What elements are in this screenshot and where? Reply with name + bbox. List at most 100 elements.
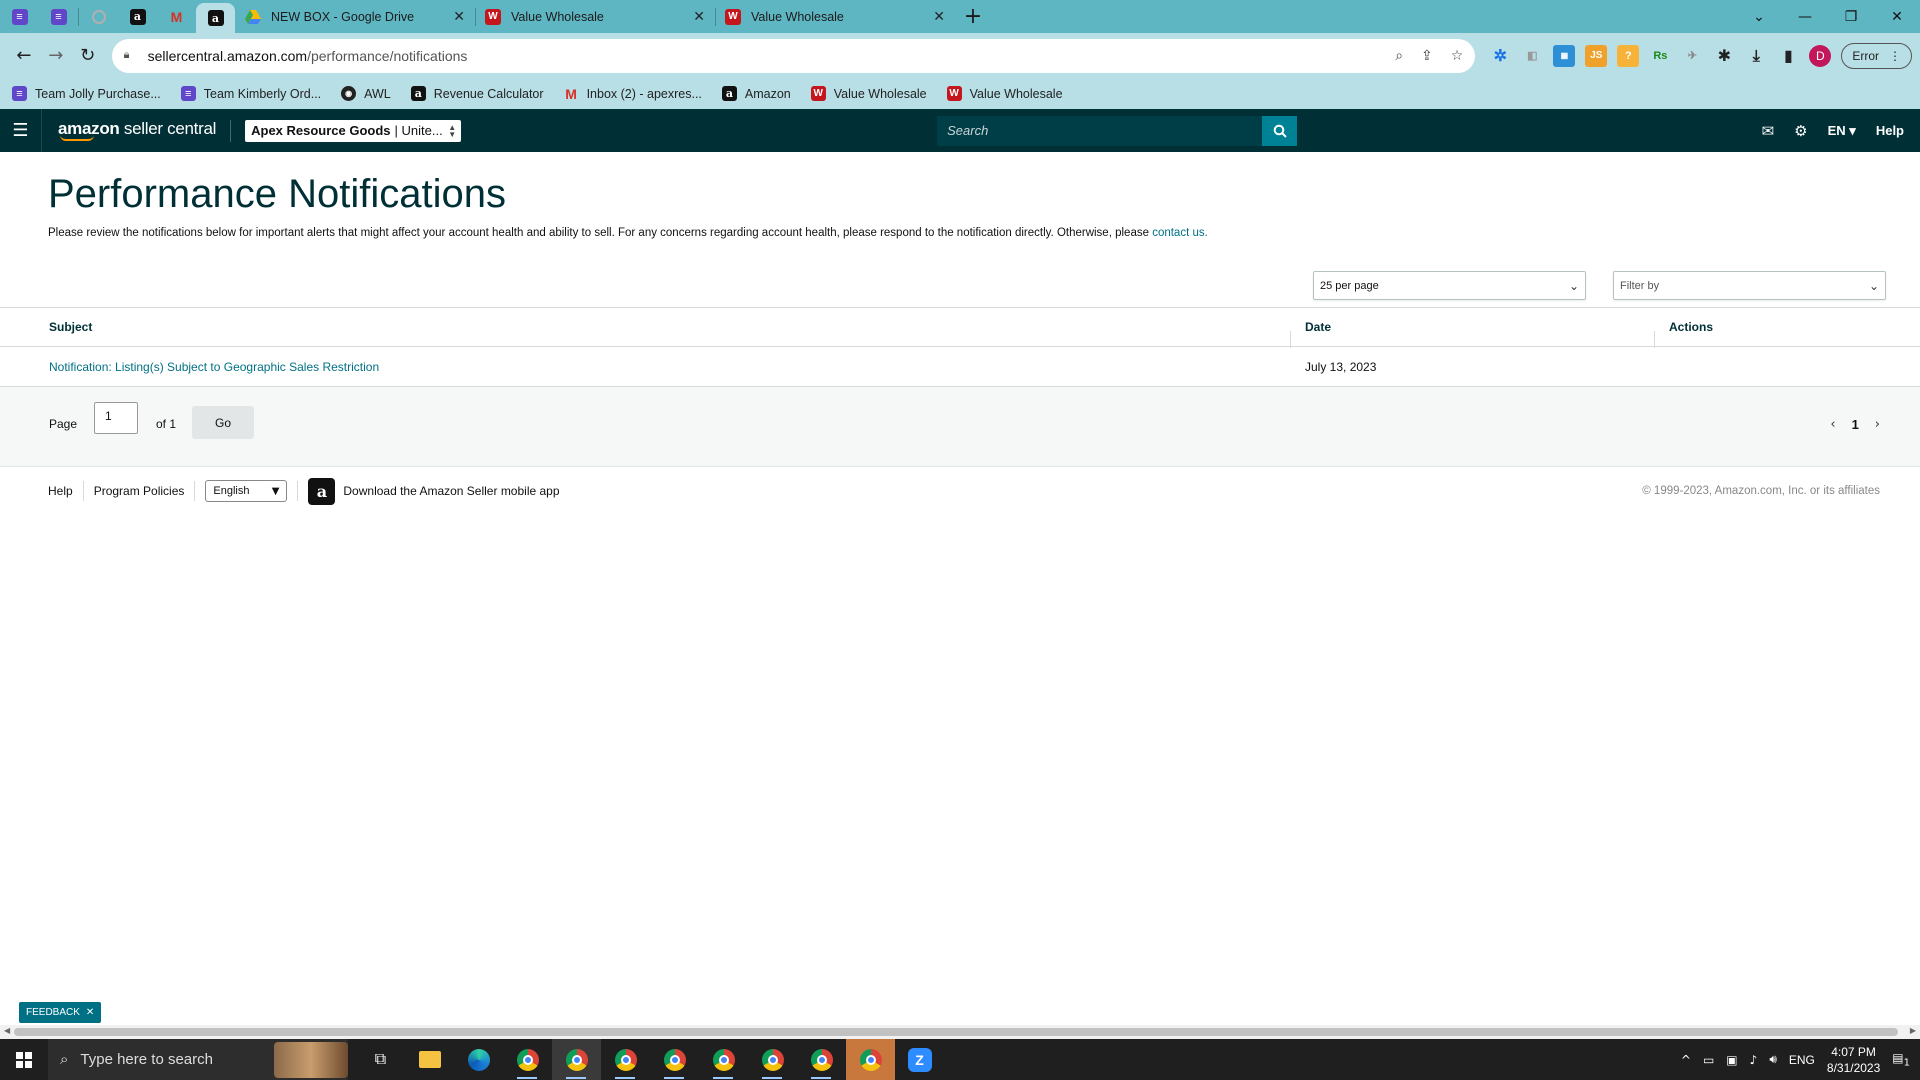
bookmark-item[interactable]: ≡ Team Kimberly Ord...	[180, 86, 321, 101]
store-selector[interactable]: Apex Resource Goods | Unite... ▲ ▼	[245, 119, 462, 142]
lock-icon[interactable]: 🔒︎	[124, 49, 138, 62]
seller-central-logo[interactable]: amazon seller central	[58, 120, 216, 141]
feedback-button[interactable]: FEEDBACK ✕	[19, 1002, 102, 1023]
settings-gear-icon[interactable]: ⚙	[1794, 122, 1807, 140]
scroll-left-icon[interactable]: ◀	[4, 1026, 10, 1035]
close-window-icon[interactable]: ✕	[1874, 9, 1920, 25]
tray-overflow-icon[interactable]: ^	[1681, 1053, 1691, 1067]
bookmark-item[interactable]: ◉ AWL	[341, 86, 391, 101]
camera-icon[interactable]: ▣	[1726, 1053, 1737, 1067]
app-download-link[interactable]: Download the Amazon Seller mobile app	[343, 484, 559, 498]
go-button[interactable]: Go	[192, 406, 254, 439]
pinned-tab-loading[interactable]	[79, 0, 118, 33]
amazon-app-icon[interactable]: a	[308, 477, 336, 505]
tab-value-wholesale-2[interactable]: W Value Wholesale ✕	[715, 0, 955, 33]
download-icon[interactable]: ⤓	[1745, 45, 1767, 67]
chrome-taskbar-icon[interactable]	[699, 1039, 748, 1080]
file-explorer-icon[interactable]	[405, 1039, 454, 1080]
chrome-taskbar-icon[interactable]	[650, 1039, 699, 1080]
notification-subject-link[interactable]: Notification: Listing(s) Subject to Geog…	[49, 360, 379, 374]
chrome-taskbar-icon[interactable]	[846, 1039, 895, 1080]
hamburger-menu-icon[interactable]: ☰	[0, 109, 42, 152]
extension-icon[interactable]: ✲	[1489, 45, 1511, 67]
start-button[interactable]	[0, 1039, 48, 1080]
tab-search-icon[interactable]: ⌄	[1736, 9, 1782, 25]
close-tab-icon[interactable]: ✕	[693, 8, 705, 25]
url-host: sellercentral.amazon.com	[147, 47, 308, 64]
share-icon[interactable]: ⇪	[1421, 48, 1433, 64]
bookmark-item[interactable]: ≡ Team Jolly Purchase...	[12, 86, 161, 101]
amazon-icon: a	[129, 8, 146, 25]
horizontal-scrollbar[interactable]: ◀ ▶	[0, 1025, 1920, 1039]
amazon-icon: a	[410, 86, 426, 101]
contact-us-link[interactable]: contact us.	[1152, 227, 1208, 239]
footer-language-select[interactable]: English ▼	[205, 480, 288, 502]
extension-icon[interactable]: ✈	[1681, 45, 1703, 67]
zoom-icon[interactable]: Z	[895, 1039, 944, 1080]
zoom-icon[interactable]: ⌕	[1395, 48, 1403, 64]
pinned-tab-sheets-1[interactable]: ≡	[0, 0, 39, 33]
chrome-taskbar-icon[interactable]	[552, 1039, 601, 1080]
chevron-left-icon[interactable]: ‹	[1830, 417, 1835, 432]
per-page-select[interactable]: 25 per page ⌄	[1313, 271, 1586, 300]
chrome-taskbar-icon[interactable]	[503, 1039, 552, 1080]
bookmark-item[interactable]: W Value Wholesale	[946, 86, 1063, 101]
puzzle-icon[interactable]: ✱	[1713, 45, 1735, 67]
pinned-tab-amazon[interactable]: a	[118, 0, 157, 33]
taskbar-search[interactable]: ⌕ Type here to search	[48, 1039, 348, 1080]
tab-value-wholesale-1[interactable]: W Value Wholesale ✕	[475, 0, 715, 33]
tab-google-drive[interactable]: NEW BOX - Google Drive ✕	[235, 0, 475, 33]
extension-icon[interactable]: ◧	[1521, 45, 1543, 67]
forward-button[interactable]: →	[40, 40, 72, 72]
js-extension-icon[interactable]: JS	[1585, 44, 1608, 67]
pinned-tab-sheets-2[interactable]: ≡	[39, 0, 78, 33]
filter-select[interactable]: Filter by ⌄	[1613, 271, 1886, 300]
error-button[interactable]: Error ⋮	[1841, 42, 1913, 69]
network-icon[interactable]: ▭	[1703, 1053, 1714, 1067]
notification-center-icon[interactable]: ▤1	[1892, 1051, 1910, 1068]
edge-icon[interactable]	[454, 1039, 503, 1080]
volume-icon[interactable]: 🔊︎	[1769, 1052, 1777, 1067]
restore-icon[interactable]: ❐	[1828, 9, 1874, 25]
rs-extension-icon[interactable]: Rs	[1649, 45, 1671, 67]
close-icon[interactable]: ✕	[86, 1007, 94, 1018]
task-view-icon[interactable]: ⧉	[356, 1039, 405, 1080]
back-button[interactable]: ←	[8, 40, 40, 72]
bookmark-star-icon[interactable]: ☆	[1451, 48, 1464, 64]
page-number-link[interactable]: 1	[1852, 417, 1859, 432]
help-link[interactable]: Help	[1876, 123, 1904, 138]
search-input[interactable]: Search	[937, 123, 1262, 138]
address-bar[interactable]: 🔒︎ sellercentral.amazon.com/performance/…	[111, 38, 1476, 73]
minimize-icon[interactable]: —	[1782, 9, 1828, 25]
profile-avatar[interactable]: D	[1809, 44, 1832, 67]
mail-icon[interactable]: ✉	[1762, 122, 1775, 140]
program-policies-link[interactable]: Program Policies	[94, 484, 185, 498]
close-tab-icon[interactable]: ✕	[453, 8, 465, 25]
chrome-taskbar-icon[interactable]	[601, 1039, 650, 1080]
close-tab-icon[interactable]: ✕	[933, 8, 945, 25]
chrome-taskbar-icon[interactable]	[797, 1039, 846, 1080]
pinned-tab-amazon-active[interactable]: a	[196, 3, 235, 33]
footer-help-link[interactable]: Help	[48, 484, 73, 498]
extension-icon[interactable]: ▦	[1553, 44, 1576, 67]
scrollbar-thumb[interactable]	[14, 1028, 1898, 1036]
chrome-taskbar-icon[interactable]	[748, 1039, 797, 1080]
pinned-tab-gmail[interactable]: M	[157, 0, 196, 33]
page-number-input[interactable]: 1	[94, 402, 138, 434]
side-panel-icon[interactable]: ▮	[1777, 45, 1799, 67]
search-button[interactable]	[1262, 115, 1298, 146]
input-language[interactable]: ENG	[1789, 1053, 1815, 1067]
reload-button[interactable]: ↻	[72, 40, 104, 72]
language-selector[interactable]: EN ▾	[1828, 123, 1856, 139]
chevron-right-icon[interactable]: ›	[1875, 417, 1880, 432]
bookmark-item[interactable]: a Amazon	[721, 86, 791, 101]
bookmark-item[interactable]: a Revenue Calculator	[410, 86, 544, 101]
microphone-icon[interactable]: ♪	[1750, 1053, 1758, 1067]
seller-search[interactable]: Search	[937, 115, 1298, 146]
bookmark-item[interactable]: M Inbox (2) - apexres...	[564, 86, 702, 102]
clock[interactable]: 4:07 PM 8/31/2023	[1827, 1044, 1880, 1076]
scroll-right-icon[interactable]: ▶	[1910, 1026, 1916, 1035]
bookmark-item[interactable]: W Value Wholesale	[810, 86, 927, 101]
extension-icon[interactable]: ?	[1617, 44, 1640, 67]
new-tab-button[interactable]: +	[955, 4, 991, 29]
